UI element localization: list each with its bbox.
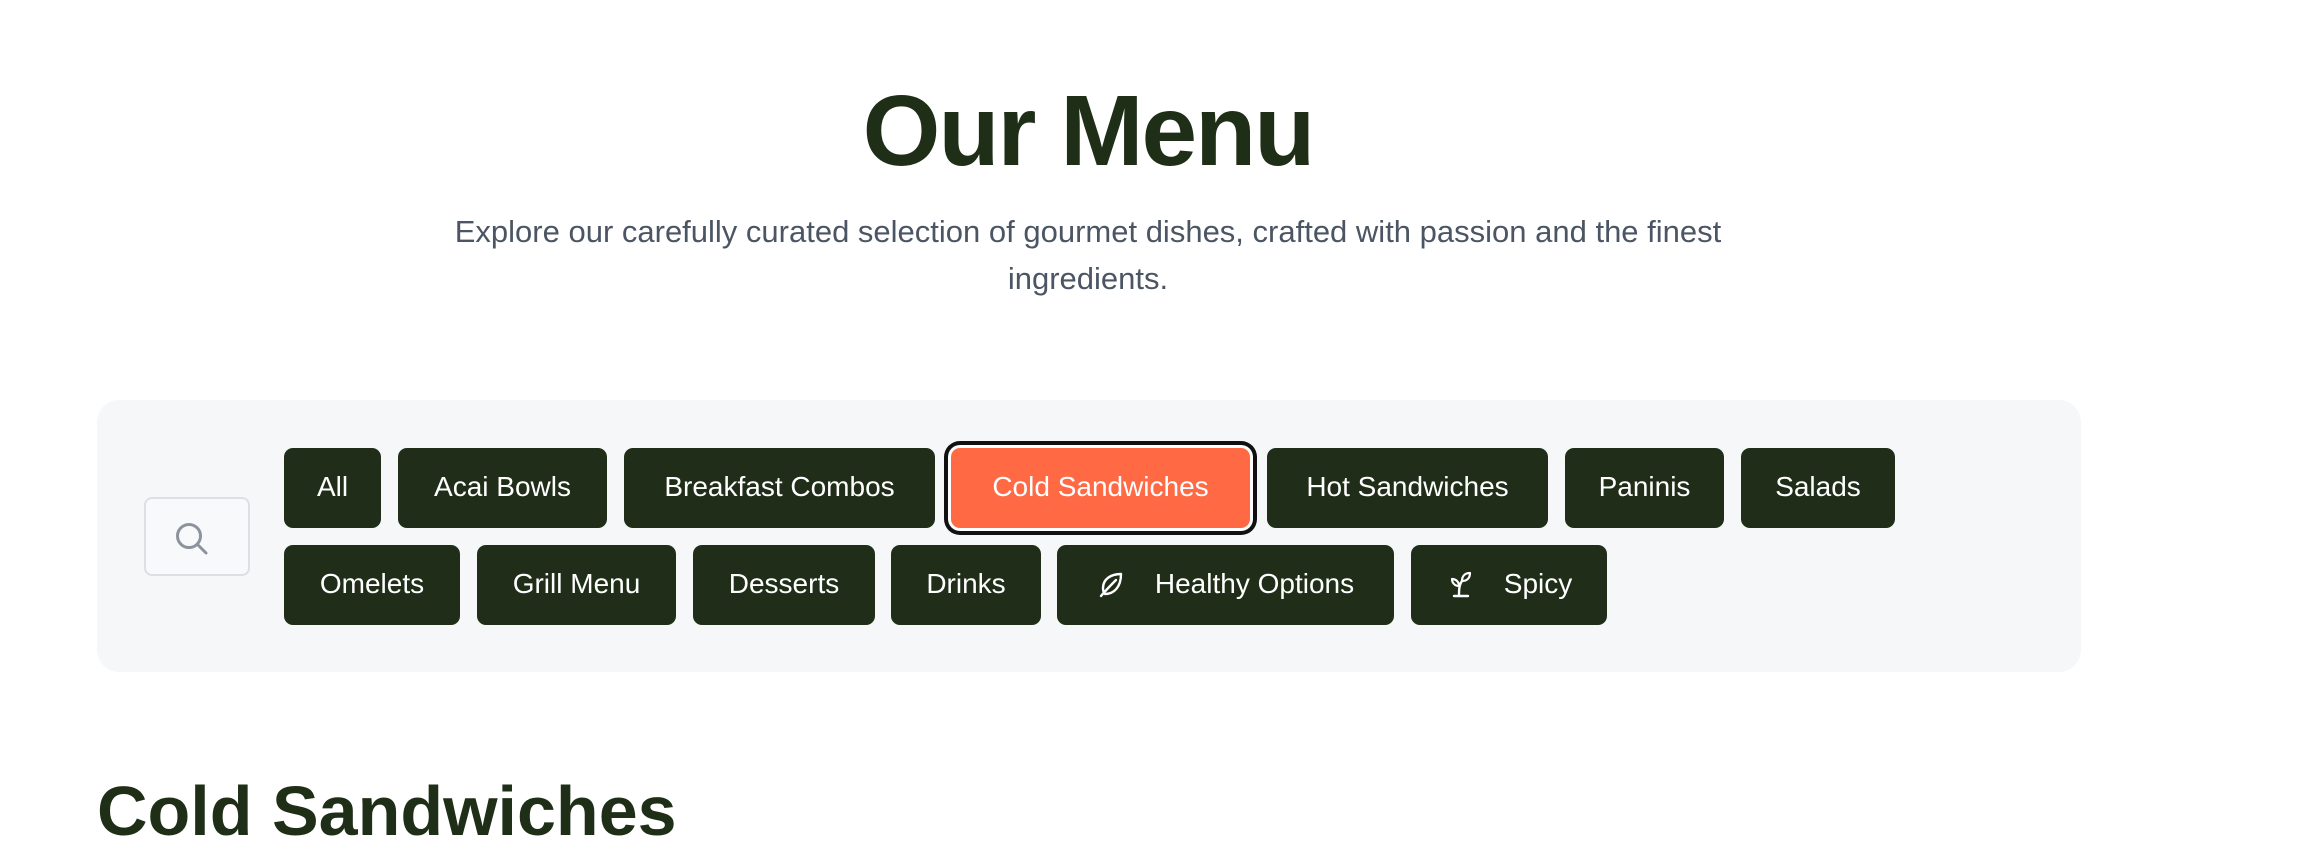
chip-label: Hot Sandwiches xyxy=(1306,471,1509,503)
filter-chip-all[interactable]: All xyxy=(284,448,381,528)
chip-label: Omelets xyxy=(319,568,425,600)
chip-label: Spicy xyxy=(1503,568,1573,600)
filter-chip-omelets[interactable]: Omelets xyxy=(284,545,460,625)
page-subtitle: Explore our carefully curated selection … xyxy=(454,214,1722,296)
filter-chip-grill-menu[interactable]: Grill Menu xyxy=(477,545,676,625)
filter-chip-acai-bowls[interactable]: Acai Bowls xyxy=(398,448,607,528)
chip-label: Healthy Options xyxy=(1154,568,1355,600)
filter-chip-desserts[interactable]: Desserts xyxy=(693,545,875,625)
chip-label: Drinks xyxy=(926,568,1006,600)
filter-chip-hot-sandwiches[interactable]: Hot Sandwiches xyxy=(1267,448,1548,528)
search-input[interactable] xyxy=(144,497,250,576)
page-title: Our Menu xyxy=(862,75,1316,187)
chip-label: All xyxy=(316,471,349,503)
filter-chip-breakfast-combos[interactable]: Breakfast Combos xyxy=(624,448,935,528)
filter-chip-salads[interactable]: Salads xyxy=(1741,448,1895,528)
filter-chip-paninis[interactable]: Paninis xyxy=(1565,448,1724,528)
chip-label: Cold Sandwiches xyxy=(992,471,1209,503)
chip-label: Salads xyxy=(1775,471,1861,503)
chip-label: Breakfast Combos xyxy=(664,471,895,503)
section-title: Cold Sandwiches xyxy=(97,772,677,850)
filter-chip-spicy[interactable]: Spicy xyxy=(1411,545,1607,625)
chip-label: Desserts xyxy=(728,568,840,600)
search-icon xyxy=(176,523,208,555)
filter-panel: All Acai Bowls Breakfast Combos Cold San… xyxy=(97,400,2081,672)
filter-chip-healthy-options[interactable]: Healthy Options xyxy=(1057,545,1394,625)
leaf-icon xyxy=(1099,572,1123,598)
chip-label: Acai Bowls xyxy=(434,471,571,503)
filter-chip-cold-sandwiches[interactable]: Cold Sandwiches xyxy=(951,448,1250,528)
sprout-icon xyxy=(1450,572,1471,598)
chip-label: Grill Menu xyxy=(512,568,641,600)
chip-label: Paninis xyxy=(1598,471,1691,503)
filter-chip-drinks[interactable]: Drinks xyxy=(891,545,1041,625)
